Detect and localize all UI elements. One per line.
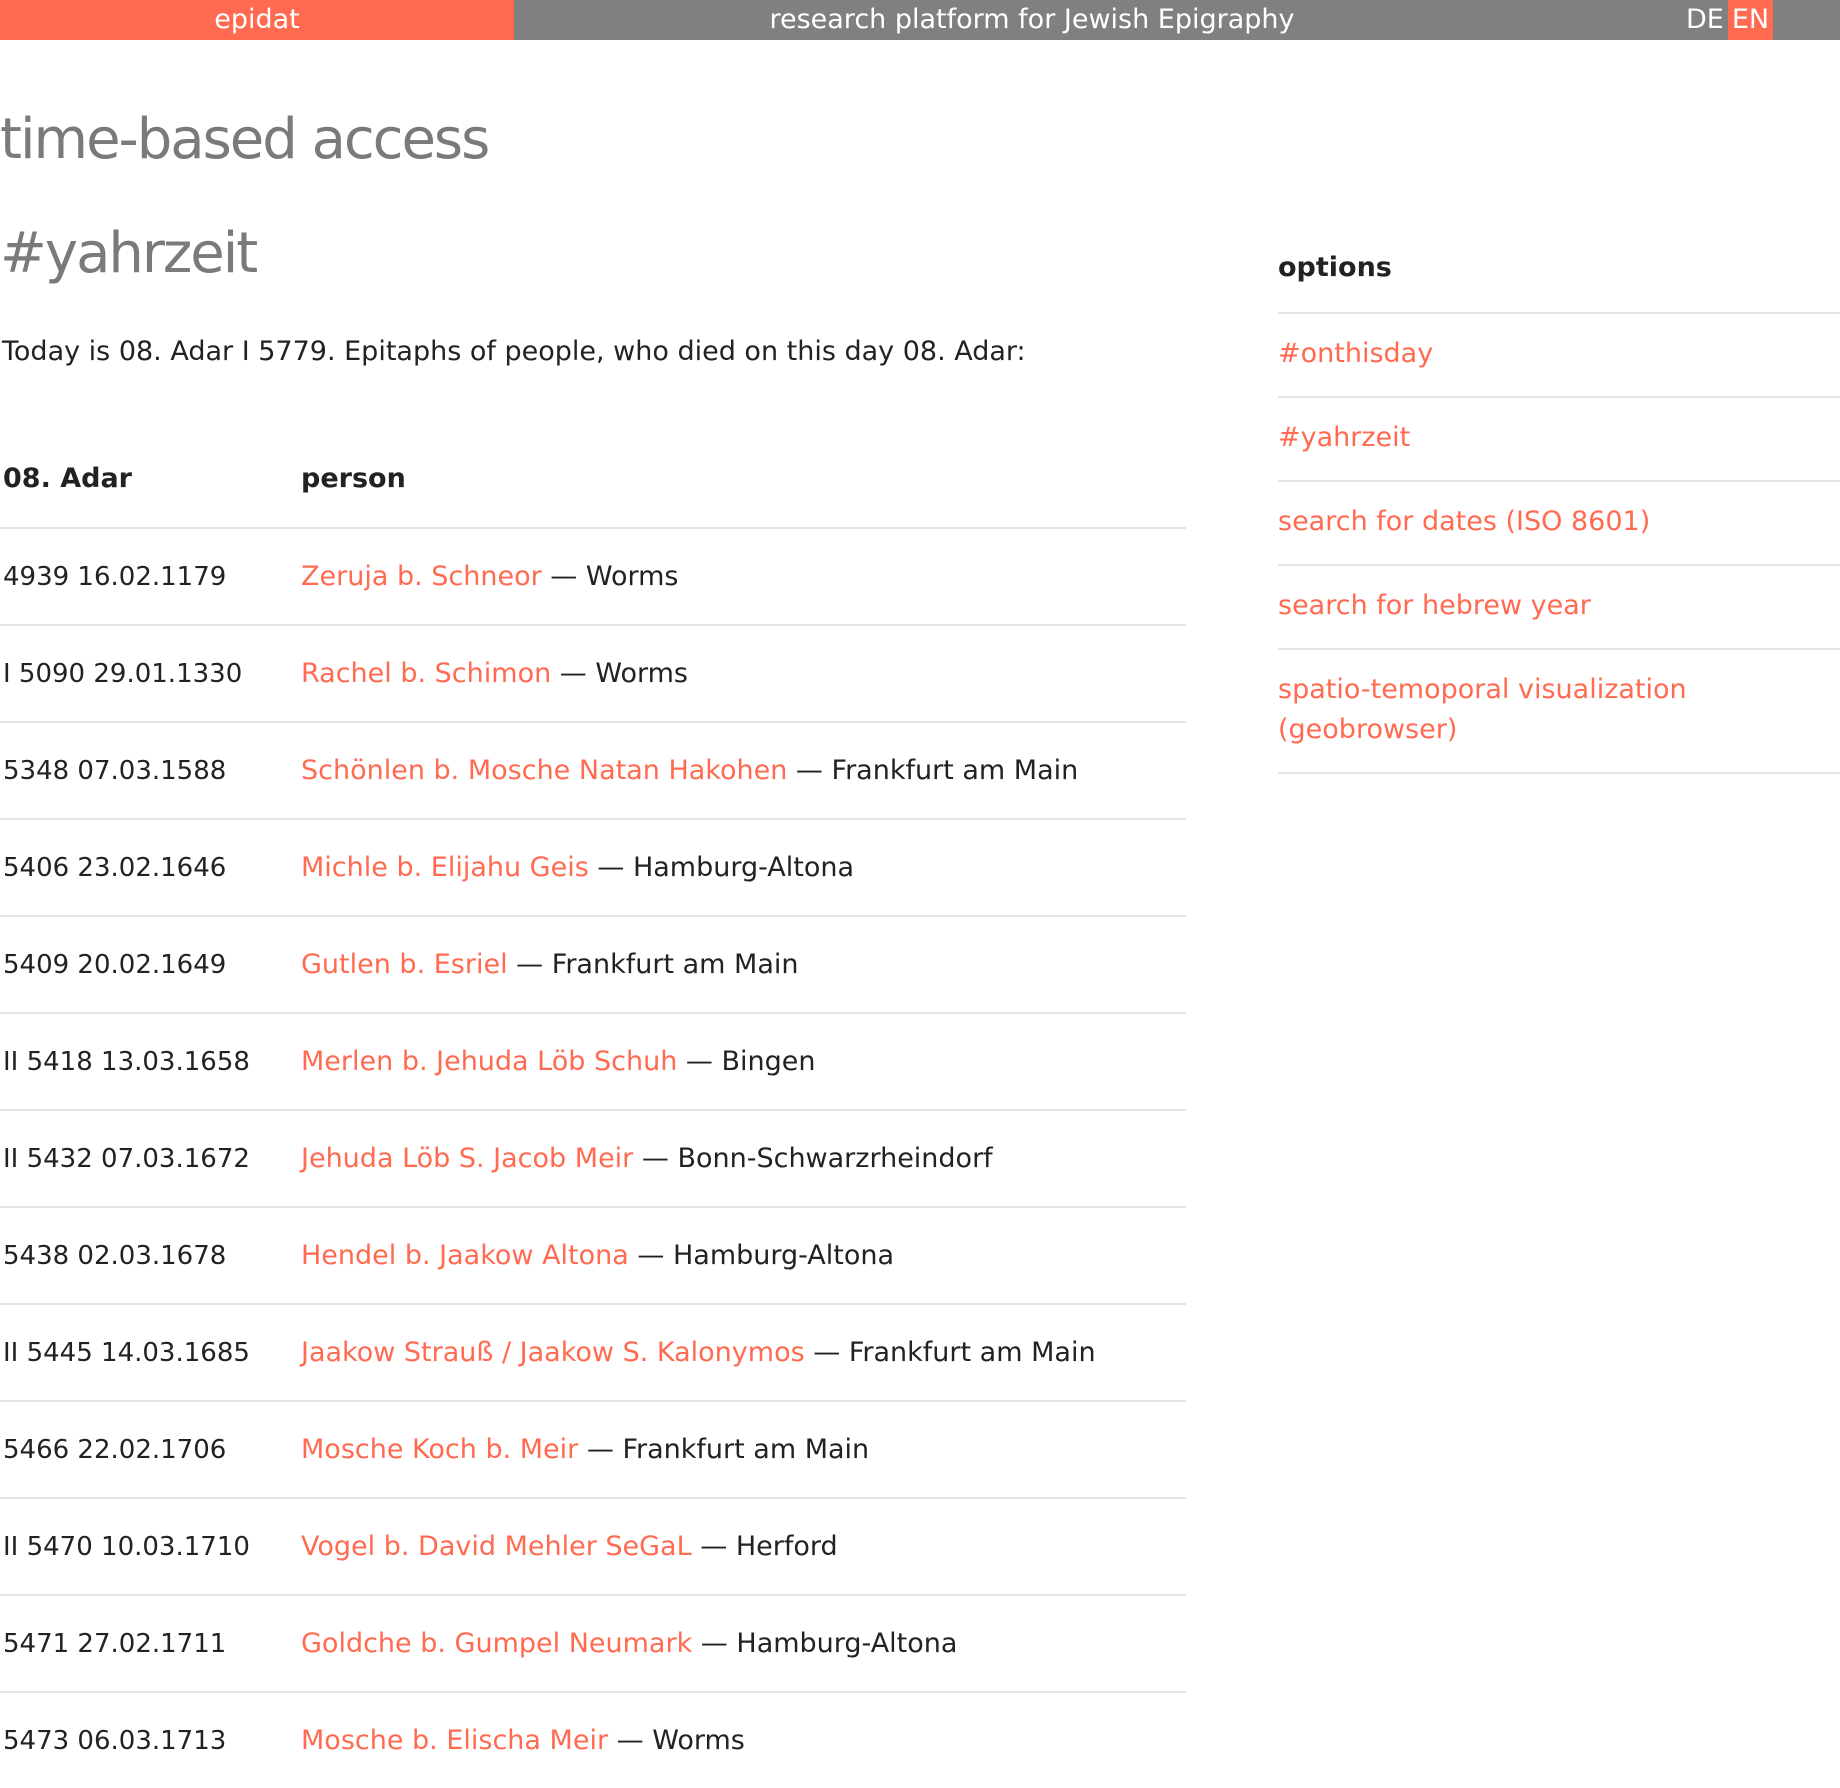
date-cell: 5409 20.02.1649	[3, 949, 227, 980]
place-label: Hamburg-Altona	[672, 1240, 895, 1271]
person-link[interactable]: Vogel b. David Mehler SeGaL	[301, 1531, 692, 1562]
person-cell: Rachel b. Schimon — Worms	[301, 658, 688, 689]
place-label: Frankfurt am Main	[848, 1337, 1096, 1368]
date-cell: II 5445 14.03.1685	[3, 1337, 250, 1368]
person-cell: Gutlen b. Esriel — Frankfurt am Main	[301, 949, 798, 980]
separator-dash: —	[633, 1143, 678, 1174]
table-row: 5348 07.03.1588 Schönlen b. Mosche Natan …	[0, 723, 1186, 820]
sidebar-item-search-dates[interactable]: search for dates (ISO 8601)	[1278, 482, 1840, 566]
table-row: 5438 02.03.1678 Hendel b. Jaakow Altona —…	[0, 1208, 1186, 1305]
date-cell: II 5470 10.03.1710	[3, 1531, 250, 1562]
place-label: Frankfurt am Main	[831, 755, 1079, 786]
language-switcher: DE EN	[1682, 0, 1774, 40]
place-label: Worms	[585, 561, 679, 592]
place-label: Frankfurt am Main	[622, 1434, 870, 1465]
person-cell: Hendel b. Jaakow Altona — Hamburg-Altona	[301, 1240, 894, 1271]
person-link[interactable]: Michle b. Elijahu Geis	[301, 852, 589, 883]
place-label: Frankfurt am Main	[551, 949, 799, 980]
person-link[interactable]: Goldche b. Gumpel Neumark	[301, 1628, 692, 1659]
place-label: Worms	[595, 658, 689, 689]
place-label: Hamburg-Altona	[736, 1628, 958, 1659]
date-cell: 5471 27.02.1711	[3, 1628, 227, 1659]
table-row: 5466 22.02.1706 Mosche Koch b. Meir — Fra…	[0, 1402, 1186, 1499]
date-cell: 5438 02.03.1678	[3, 1240, 227, 1271]
top-bar: epidat research platform for Jewish Epig…	[0, 0, 1840, 40]
table-row: II 5470 10.03.1710 Vogel b. David Mehler …	[0, 1499, 1186, 1596]
separator-dash: —	[551, 658, 596, 689]
intro-text: Today is 08. Adar I 5779. Epitaphs of pe…	[2, 336, 1026, 367]
date-cell: 5348 07.03.1588	[3, 755, 227, 786]
person-link[interactable]: Mosche b. Elischa Meir	[301, 1725, 608, 1756]
date-cell: 5406 23.02.1646	[3, 852, 227, 883]
table-row: I 5090 29.01.1330 Rachel b. Schimon — Wor…	[0, 626, 1186, 723]
person-cell: Zeruja b. Schneor — Worms	[301, 561, 679, 592]
person-cell: Merlen b. Jehuda Löb Schuh — Bingen	[301, 1046, 815, 1077]
person-link[interactable]: Schönlen b. Mosche Natan Hakohen	[301, 755, 787, 786]
table-row: 4939 16.02.1179 Zeruja b. Schneor — Worms	[0, 529, 1186, 626]
person-column-header: person	[301, 463, 406, 494]
separator-dash: —	[541, 561, 586, 592]
options-sidebar: options #onthisday #yahrzeit search for …	[1278, 232, 1840, 774]
date-cell: II 5432 07.03.1672	[3, 1143, 250, 1174]
place-label: Hamburg-Altona	[632, 852, 855, 883]
table-header: 08. Adar person	[0, 430, 1186, 529]
separator-dash: —	[787, 755, 832, 786]
separator-dash: —	[628, 1240, 673, 1271]
place-label: Herford	[735, 1531, 838, 1562]
date-cell: I 5090 29.01.1330	[3, 658, 243, 689]
person-link[interactable]: Jehuda Löb S. Jacob Meir	[301, 1143, 633, 1174]
person-cell: Jehuda Löb S. Jacob Meir — Bonn-Schwarzr…	[301, 1143, 993, 1174]
date-cell: 5466 22.02.1706	[3, 1434, 227, 1465]
person-cell: Mosche Koch b. Meir — Frankfurt am Main	[301, 1434, 869, 1465]
section-title: #yahrzeit	[0, 221, 258, 286]
person-cell: Mosche b. Elischa Meir — Worms	[301, 1725, 745, 1756]
separator-dash: —	[692, 1628, 737, 1659]
separator-dash: —	[578, 1434, 623, 1465]
table-row: II 5432 07.03.1672 Jehuda Löb S. Jacob Me…	[0, 1111, 1186, 1208]
yahrzeit-table: 08. Adar person 4939 16.02.1179 Zeruja b.…	[0, 430, 1186, 1788]
separator-dash: —	[507, 949, 552, 980]
sidebar-item-yahrzeit[interactable]: #yahrzeit	[1278, 398, 1840, 482]
person-link[interactable]: Mosche Koch b. Meir	[301, 1434, 578, 1465]
table-body: 4939 16.02.1179 Zeruja b. Schneor — Worms…	[0, 529, 1186, 1788]
brand-link[interactable]: epidat	[0, 0, 514, 40]
place-label: Worms	[652, 1725, 745, 1756]
sidebar-item-onthisday[interactable]: #onthisday	[1278, 314, 1840, 398]
page-title: time-based access	[0, 107, 490, 172]
separator-dash: —	[691, 1531, 736, 1562]
person-cell: Vogel b. David Mehler SeGaL — Herford	[301, 1531, 838, 1562]
table-row: 5471 27.02.1711 Goldche b. Gumpel Neumark…	[0, 1596, 1186, 1693]
person-link[interactable]: Hendel b. Jaakow Altona	[301, 1240, 629, 1271]
place-label: Bonn-Schwarzrheindorf	[677, 1143, 993, 1174]
date-column-header: 08. Adar	[3, 463, 132, 494]
language-en-link[interactable]: EN	[1727, 0, 1774, 40]
sidebar-item-geobrowser[interactable]: spatio-temoporal visualization (geobrows…	[1278, 650, 1840, 774]
sidebar-item-search-hebrew-year[interactable]: search for hebrew year	[1278, 566, 1840, 650]
table-row: II 5445 14.03.1685 Jaakow Strauß / Jaakow…	[0, 1305, 1186, 1402]
person-cell: Goldche b. Gumpel Neumark — Hamburg-Alto…	[301, 1628, 957, 1659]
person-link[interactable]: Rachel b. Schimon	[301, 658, 551, 689]
sidebar-title: options	[1278, 232, 1840, 314]
person-cell: Schönlen b. Mosche Natan Hakohen — Frank…	[301, 755, 1078, 786]
date-cell: II 5418 13.03.1658	[3, 1046, 250, 1077]
date-cell: 4939 16.02.1179	[3, 561, 227, 592]
separator-dash: —	[608, 1725, 653, 1756]
person-cell: Michle b. Elijahu Geis — Hamburg-Altona	[301, 852, 854, 883]
date-cell: 5473 06.03.1713	[3, 1725, 227, 1756]
person-link[interactable]: Zeruja b. Schneor	[301, 561, 542, 592]
separator-dash: —	[677, 1046, 722, 1077]
table-row: 5409 20.02.1649 Gutlen b. Esriel — Frankf…	[0, 917, 1186, 1014]
person-link[interactable]: Merlen b. Jehuda Löb Schuh	[301, 1046, 677, 1077]
separator-dash: —	[588, 852, 633, 883]
language-de-link[interactable]: DE	[1682, 0, 1728, 40]
table-row: 5406 23.02.1646 Michle b. Elijahu Geis — …	[0, 820, 1186, 917]
table-row: II 5418 13.03.1658 Merlen b. Jehuda Löb S…	[0, 1014, 1186, 1111]
platform-title: research platform for Jewish Epigraphy	[769, 4, 1295, 35]
person-link[interactable]: Jaakow Strauß / Jaakow S. Kalonymos	[301, 1337, 805, 1368]
person-cell: Jaakow Strauß / Jaakow S. Kalonymos — Fr…	[301, 1337, 1096, 1368]
person-link[interactable]: Gutlen b. Esriel	[301, 949, 508, 980]
table-row: 5473 06.03.1713 Mosche b. Elischa Meir — …	[0, 1693, 1186, 1788]
separator-dash: —	[804, 1337, 849, 1368]
place-label: Bingen	[721, 1046, 816, 1077]
